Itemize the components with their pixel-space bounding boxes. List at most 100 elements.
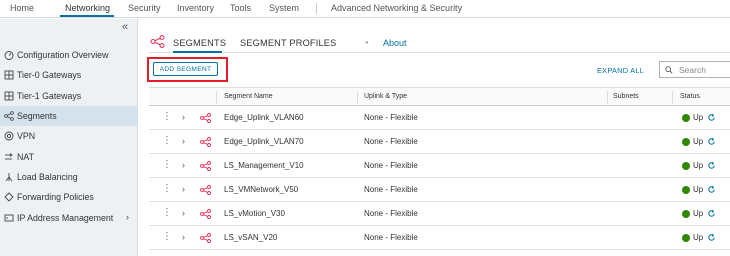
dashboard-icon: [4, 50, 14, 61]
sidebar-item-segments[interactable]: Segments: [0, 105, 138, 127]
nat-icon: [4, 152, 14, 162]
sidebar-item-label: Segments: [17, 111, 57, 122]
uplink-type-cell: None - Flexible: [364, 185, 418, 194]
status-text: Up: [693, 137, 704, 146]
expand-row-icon[interactable]: ›: [182, 136, 185, 146]
main-content: SEGMENTS SEGMENT PROFILES ● About ADD SE…: [139, 19, 730, 256]
expand-row-icon[interactable]: ›: [182, 184, 185, 194]
segment-name-link[interactable]: Edge_Uplink_VLAN70: [224, 137, 304, 146]
sidebar-item-tier0-gateways[interactable]: Tier-0 Gateways: [0, 65, 138, 85]
refresh-icon[interactable]: [707, 137, 716, 146]
expand-row-icon[interactable]: ›: [182, 232, 185, 242]
sidebar: « Configuration Overview Tier-0 Gateways…: [0, 19, 138, 256]
refresh-icon[interactable]: [707, 113, 716, 122]
load-balancing-icon: [4, 172, 14, 182]
sidebar-nav: Configuration Overview Tier-0 Gateways T…: [0, 45, 138, 228]
row-actions-icon[interactable]: ⋮: [162, 136, 172, 146]
about-link[interactable]: About: [383, 38, 407, 48]
table-row[interactable]: ⋮ › LS_VMNetwork_V50 None - Flexible Up: [149, 178, 730, 202]
row-actions-icon[interactable]: ⋮: [162, 232, 172, 242]
expand-row-icon[interactable]: ›: [182, 160, 185, 170]
segment-name-link[interactable]: LS_VMNetwork_V50: [224, 185, 298, 194]
sidebar-item-load-balancing[interactable]: Load Balancing: [0, 167, 138, 187]
column-segment-name[interactable]: Segment Name: [224, 93, 273, 100]
segment-icon: [200, 137, 211, 147]
segment-name-link[interactable]: Edge_Uplink_VLAN60: [224, 113, 304, 122]
expand-all-link[interactable]: EXPAND ALL: [597, 66, 644, 75]
table-row[interactable]: ⋮ › LS_Management_V10 None - Flexible Up: [149, 154, 730, 178]
table-row[interactable]: ⋮ › LS_vSAN_V20 None - Flexible Up: [149, 226, 730, 250]
column-subnets[interactable]: Subnets: [613, 93, 639, 100]
add-segment-button[interactable]: ADD SEGMENT: [153, 62, 218, 76]
tier0-gateway-icon: [4, 70, 14, 80]
refresh-icon[interactable]: [707, 185, 716, 194]
column-uplink-type[interactable]: Uplink & Type: [364, 93, 407, 100]
nav-security[interactable]: Security: [128, 3, 161, 13]
row-actions-icon[interactable]: ⋮: [162, 112, 172, 122]
sidebar-item-label: IP Address Management: [17, 212, 114, 223]
column-status[interactable]: Status: [680, 93, 700, 100]
table-row[interactable]: ⋮ › Edge_Uplink_VLAN60 None - Flexible Up: [149, 106, 730, 130]
sidebar-item-vpn[interactable]: VPN: [0, 126, 138, 146]
row-actions-icon[interactable]: ⋮: [162, 160, 172, 170]
sidebar-item-label: Configuration Overview: [17, 50, 109, 61]
column-divider: [607, 91, 608, 104]
uplink-type-cell: None - Flexible: [364, 137, 418, 146]
sidebar-item-label: VPN: [17, 131, 36, 142]
nav-system[interactable]: System: [269, 3, 299, 13]
nav-active-indicator: [60, 15, 114, 17]
segment-name-link[interactable]: LS_vSAN_V20: [224, 233, 277, 242]
expand-row-icon[interactable]: ›: [182, 208, 185, 218]
vpn-icon: [4, 131, 14, 141]
sidebar-item-ip-address-management[interactable]: IP Address Management ›: [0, 207, 138, 227]
segment-name-link[interactable]: LS_vMotion_V30: [224, 209, 285, 218]
chevron-right-icon[interactable]: ›: [126, 212, 129, 222]
top-navigation: Home Networking Security Inventory Tools…: [0, 0, 730, 18]
segments-logo-icon: [150, 35, 165, 48]
nav-advanced-networking-security[interactable]: Advanced Networking & Security: [331, 3, 462, 13]
segment-icon: [200, 113, 211, 123]
nav-home[interactable]: Home: [10, 3, 34, 13]
status-text: Up: [693, 185, 704, 194]
sidebar-item-nat[interactable]: NAT: [0, 146, 138, 166]
refresh-icon[interactable]: [707, 233, 716, 242]
status-up-icon: [682, 162, 690, 170]
uplink-type-cell: None - Flexible: [364, 209, 418, 218]
status-text: Up: [693, 209, 704, 218]
table-row[interactable]: ⋮ › LS_vMotion_V30 None - Flexible Up: [149, 202, 730, 226]
collapse-sidebar-icon[interactable]: «: [122, 21, 128, 33]
tab-bar: SEGMENTS SEGMENT PROFILES ● About: [149, 33, 730, 53]
tab-segments[interactable]: SEGMENTS: [173, 38, 226, 48]
status-text: Up: [693, 233, 704, 242]
table-row[interactable]: ⋮ › Edge_Uplink_VLAN70 None - Flexible Up: [149, 130, 730, 154]
column-divider: [357, 91, 358, 104]
status-up-icon: [682, 138, 690, 146]
uplink-type-cell: None - Flexible: [364, 233, 418, 242]
refresh-icon[interactable]: [707, 161, 716, 170]
segment-icon: [200, 209, 211, 219]
search-box[interactable]: [659, 61, 730, 78]
segment-icon: [200, 161, 211, 171]
column-divider: [216, 91, 217, 104]
sidebar-item-configuration-overview[interactable]: Configuration Overview: [0, 45, 138, 65]
nav-inventory[interactable]: Inventory: [177, 3, 214, 13]
row-actions-icon[interactable]: ⋮: [162, 208, 172, 218]
tab-active-indicator: [173, 51, 222, 53]
nav-networking[interactable]: Networking: [65, 3, 110, 13]
separator-dot: ●: [365, 40, 369, 46]
segment-name-link[interactable]: LS_Management_V10: [224, 161, 304, 170]
sidebar-item-tier1-gateways[interactable]: Tier-1 Gateways: [0, 86, 138, 106]
sidebar-item-forwarding-policies[interactable]: Forwarding Policies: [0, 187, 138, 207]
expand-row-icon[interactable]: ›: [182, 112, 185, 122]
search-input[interactable]: [679, 64, 729, 75]
row-actions-icon[interactable]: ⋮: [162, 184, 172, 194]
segment-icon: [200, 233, 211, 243]
table-header: Segment Name Uplink & Type Subnets Statu…: [149, 87, 730, 106]
segment-icon: [200, 185, 211, 195]
status-text: Up: [693, 161, 704, 170]
tab-segment-profiles[interactable]: SEGMENT PROFILES: [240, 38, 336, 48]
tier1-gateway-icon: [4, 91, 14, 101]
nav-tools[interactable]: Tools: [230, 3, 251, 13]
refresh-icon[interactable]: [707, 209, 716, 218]
sidebar-item-label: Load Balancing: [17, 171, 78, 182]
